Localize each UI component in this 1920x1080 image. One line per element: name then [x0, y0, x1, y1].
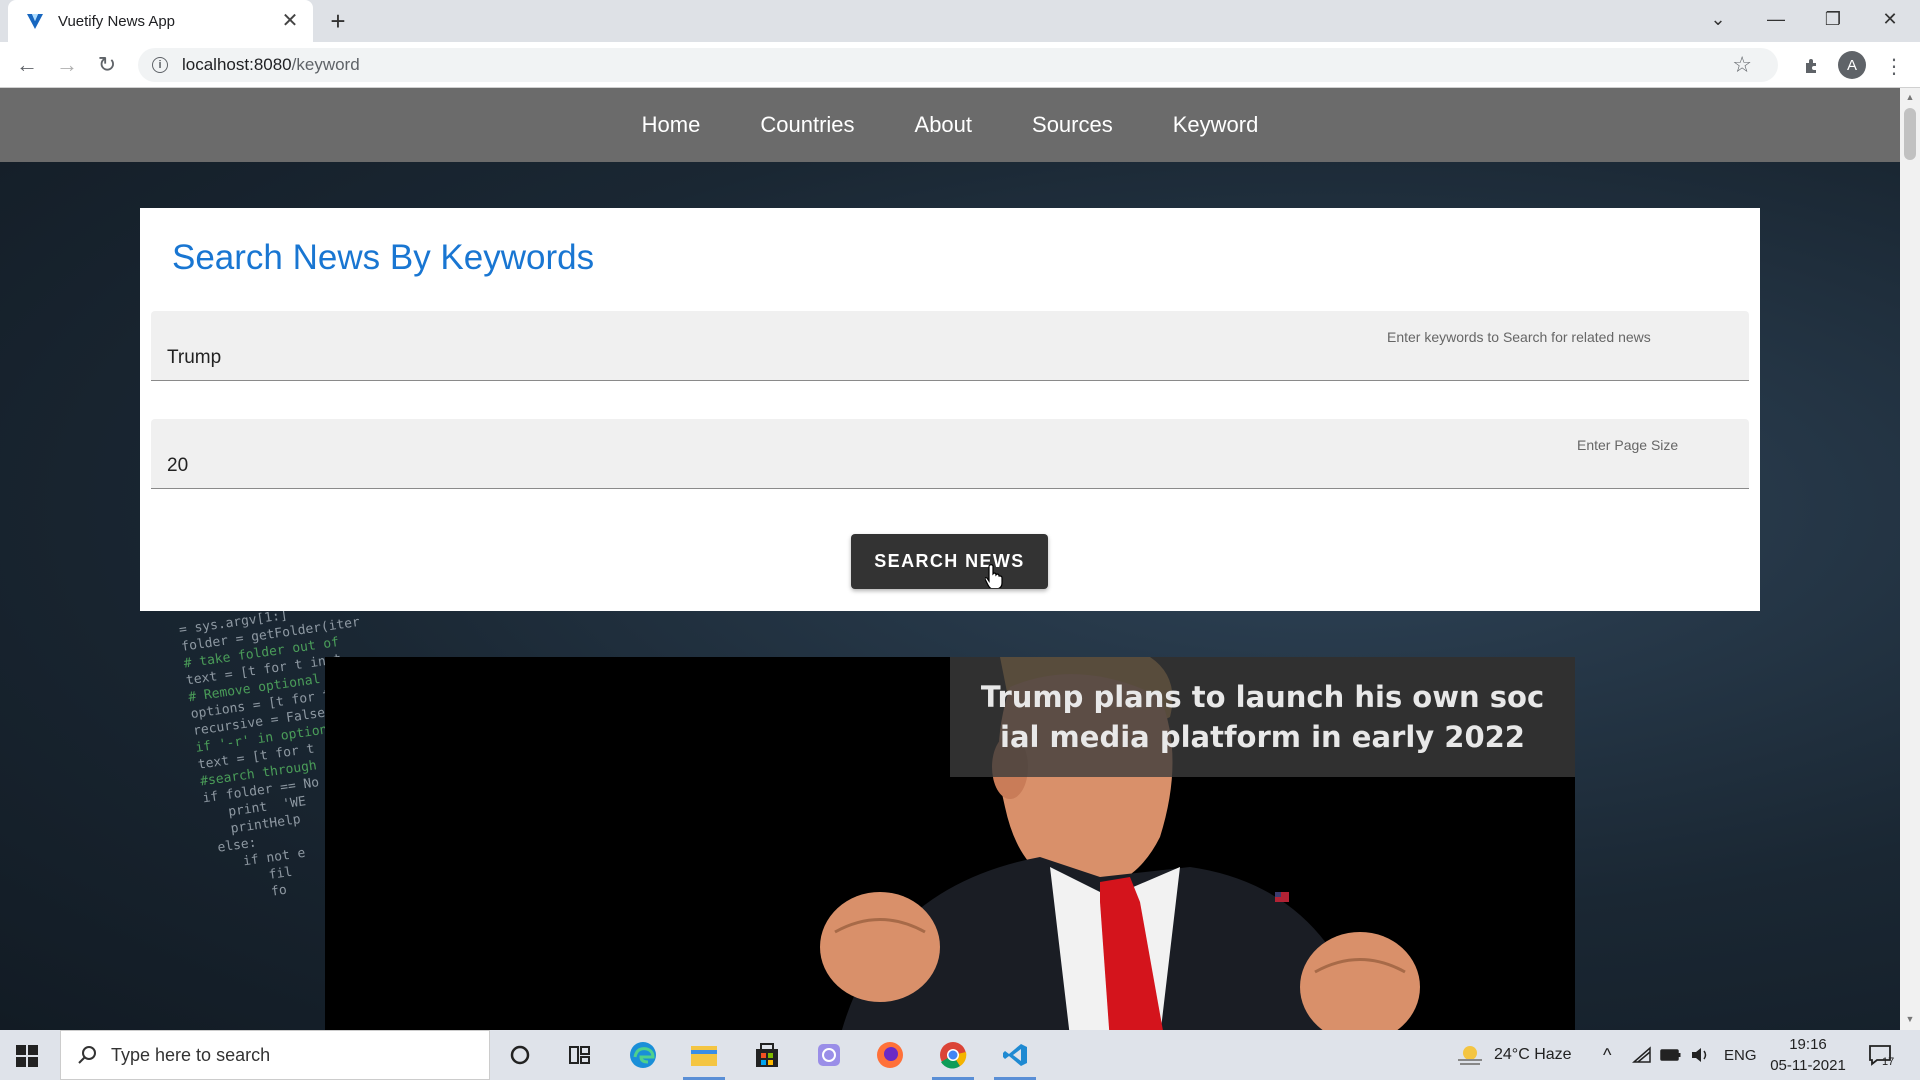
network-icon[interactable] — [1632, 1030, 1652, 1080]
vscode-icon[interactable] — [986, 1030, 1044, 1080]
search-news-button[interactable]: SEARCH NEWS — [851, 534, 1048, 589]
search-card: Search News By Keywords Enter keywords t… — [140, 208, 1760, 611]
nav-countries[interactable]: Countries — [730, 88, 884, 162]
url-path: /keyword — [291, 55, 360, 74]
url-text: localhost:8080/keyword — [182, 55, 360, 75]
hand-cursor-icon — [985, 564, 1003, 588]
top-navbar: Home Countries About Sources Keyword — [0, 88, 1900, 162]
system-clock[interactable]: 19:16 05-11-2021 — [1768, 1034, 1848, 1076]
tab-search-icon[interactable]: ⌄ — [1690, 0, 1746, 38]
keyword-input-value: Trump — [167, 347, 222, 368]
nav-sources[interactable]: Sources — [1002, 88, 1143, 162]
close-window-icon[interactable]: ✕ — [1862, 0, 1918, 38]
show-hidden-icons-chevron-icon[interactable]: ^ — [1603, 1030, 1611, 1080]
scroll-down-icon[interactable]: ▼ — [1904, 1014, 1916, 1024]
keyword-input-label: Enter keywords to Search for related new… — [1387, 329, 1651, 345]
taskbar-search-placeholder: Type here to search — [111, 1044, 271, 1065]
address-bar[interactable]: i localhost:8080/keyword ☆ — [138, 48, 1778, 82]
weather-text: 24°C Haze — [1494, 1046, 1572, 1063]
browser-tab-strip: Vuetify News App ✕ + ⌄ — ❐ ✕ — [0, 0, 1920, 42]
chrome-icon[interactable] — [924, 1030, 982, 1080]
restore-icon[interactable]: ❐ — [1805, 0, 1861, 38]
news-headline-overlay: Trump plans to launch his own social med… — [950, 657, 1575, 777]
site-info-icon[interactable]: i — [152, 57, 168, 73]
taskbar-search[interactable]: Type here to search — [60, 1030, 490, 1080]
scrollbar-thumb[interactable] — [1904, 108, 1916, 160]
battery-icon[interactable] — [1660, 1030, 1682, 1080]
file-explorer-icon[interactable] — [675, 1030, 733, 1080]
search-icon — [78, 1046, 96, 1064]
back-icon[interactable]: ← — [12, 50, 42, 80]
weather-widget[interactable]: 24°C Haze — [1456, 1030, 1572, 1080]
clock-time: 19:16 — [1789, 1036, 1827, 1053]
edge-browser-icon[interactable] — [614, 1030, 672, 1080]
nav-about[interactable]: About — [885, 88, 1003, 162]
page-size-input-value: 20 — [167, 455, 189, 476]
page-title: Search News By Keywords — [172, 238, 595, 277]
scroll-up-icon[interactable]: ▲ — [1904, 92, 1916, 102]
close-tab-icon[interactable]: ✕ — [279, 10, 301, 32]
vuetify-icon — [24, 10, 46, 32]
photos-app-icon[interactable] — [800, 1030, 858, 1080]
reload-icon[interactable]: ↻ — [92, 50, 122, 80]
new-tab-icon[interactable]: + — [324, 7, 352, 35]
clock-date: 05-11-2021 — [1770, 1057, 1846, 1074]
nav-keyword[interactable]: Keyword — [1143, 88, 1289, 162]
tab-title: Vuetify News App — [58, 12, 176, 30]
notifications-icon[interactable]: 17 — [1868, 1030, 1896, 1080]
keyword-input[interactable]: Enter keywords to Search for related new… — [151, 311, 1749, 381]
windows-start-icon[interactable] — [16, 1045, 38, 1067]
news-article-card[interactable]: Trump plans to launch his own social med… — [325, 657, 1575, 1030]
nav-home[interactable]: Home — [612, 88, 731, 162]
weather-haze-icon — [1458, 1046, 1482, 1065]
firefox-icon[interactable] — [861, 1030, 919, 1080]
windows-taskbar: Type here to search 24°C Haze ^ ENG 19:1… — [0, 1030, 1920, 1080]
profile-avatar[interactable]: A — [1838, 51, 1866, 79]
page-size-input[interactable]: Enter Page Size 20 — [151, 419, 1749, 489]
minimize-icon[interactable]: — — [1748, 0, 1804, 38]
extensions-icon[interactable] — [1798, 52, 1826, 80]
bookmark-star-icon[interactable]: ☆ — [1732, 52, 1752, 78]
volume-icon[interactable] — [1690, 1030, 1710, 1080]
page-size-input-label: Enter Page Size — [1577, 437, 1679, 453]
cortana-icon[interactable] — [491, 1030, 549, 1080]
browser-tab[interactable]: Vuetify News App ✕ — [8, 0, 313, 42]
browser-toolbar: ← → ↻ i localhost:8080/keyword ☆ ⋮ — [0, 42, 1920, 88]
news-headline[interactable]: Trump plans to launch his own social med… — [980, 677, 1545, 757]
page-viewport: = sys.argv[1:] folder = getFolder(iter #… — [0, 88, 1920, 1030]
menu-dots-icon[interactable]: ⋮ — [1880, 52, 1908, 80]
language-indicator[interactable]: ENG — [1724, 1030, 1757, 1080]
forward-icon[interactable]: → — [52, 50, 82, 80]
store-icon[interactable] — [738, 1030, 796, 1080]
page-scrollbar[interactable]: ▲ ▼ — [1900, 88, 1920, 1030]
notification-count: 17 — [1882, 1056, 1895, 1068]
task-view-icon[interactable] — [551, 1030, 609, 1080]
url-host: localhost:8080 — [182, 55, 292, 74]
